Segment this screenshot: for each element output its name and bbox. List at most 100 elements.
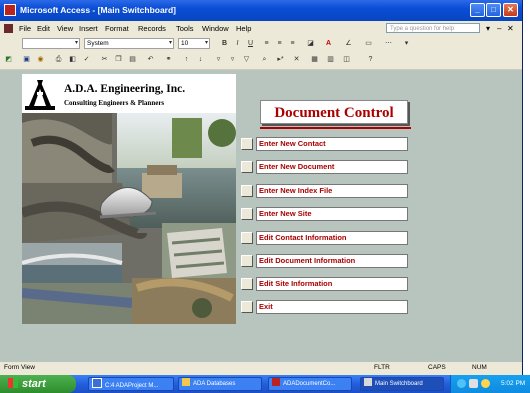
new-object-icon[interactable]: ◫ bbox=[342, 55, 351, 64]
font-value: System bbox=[87, 40, 109, 47]
italic-icon[interactable]: I bbox=[233, 39, 242, 48]
size-combo[interactable]: 10 ▾ bbox=[178, 38, 210, 49]
mdi-restore-icon[interactable]: – bbox=[497, 24, 501, 33]
start-label: start bbox=[22, 378, 46, 390]
edit-contact-information-label[interactable]: Edit Contact Information bbox=[256, 231, 408, 245]
form-icon bbox=[364, 378, 372, 386]
menu-tools[interactable]: Tools bbox=[176, 24, 194, 33]
menu-view[interactable]: View bbox=[57, 24, 73, 33]
volume-icon[interactable] bbox=[469, 379, 478, 388]
border-style-icon[interactable]: ⋯ bbox=[384, 39, 393, 48]
enter-new-site-label[interactable]: Enter New Site bbox=[256, 207, 408, 221]
database-window-icon[interactable]: ▥ bbox=[326, 55, 335, 64]
menu-records[interactable]: Records bbox=[138, 24, 166, 33]
edit-document-information-label[interactable]: Edit Document Information bbox=[256, 254, 408, 268]
fill-color-icon[interactable]: ◪ bbox=[306, 39, 315, 48]
form-view-toolbar: ◩ ▣ ◉ ⎙ ◧ ✓ ✂ ❐ ▤ ↶ ⚭ ↑ ↓ ▿ ▿ ▽ ⌕ ▸* ✕ ▦… bbox=[0, 52, 522, 70]
edit-contact-information-button[interactable] bbox=[241, 232, 253, 244]
filter-selection-icon[interactable]: ▿ bbox=[214, 55, 223, 64]
properties-icon[interactable]: ▦ bbox=[310, 55, 319, 64]
object-combo[interactable]: ▾ bbox=[22, 38, 80, 49]
status-bar: Form View FLTR CAPS NUM bbox=[0, 362, 522, 374]
edit-document-information-button[interactable] bbox=[241, 255, 253, 267]
search-file-icon[interactable]: ◉ bbox=[36, 55, 45, 64]
folder-icon bbox=[182, 378, 190, 386]
exit-label[interactable]: Exit bbox=[256, 300, 408, 314]
exit-button[interactable] bbox=[241, 301, 253, 313]
filter-form-icon[interactable]: ▿ bbox=[228, 55, 237, 64]
task-label: ADADocumentCo... bbox=[283, 381, 336, 387]
menu-window[interactable]: Window bbox=[202, 24, 229, 33]
line-color-icon[interactable]: ∠ bbox=[344, 39, 353, 48]
enter-new-contact-label[interactable]: Enter New Contact bbox=[256, 137, 408, 151]
cut-icon[interactable]: ✂ bbox=[100, 55, 109, 64]
edit-site-information-button[interactable] bbox=[241, 278, 253, 290]
line-width-icon[interactable]: ▭ bbox=[364, 39, 373, 48]
spelling-icon[interactable]: ✓ bbox=[82, 55, 91, 64]
enter-new-index-file-button[interactable] bbox=[241, 185, 253, 197]
task-ada-databases[interactable]: ADA Databases bbox=[178, 377, 262, 391]
find-icon[interactable]: ⌕ bbox=[260, 55, 269, 64]
status-caps: CAPS bbox=[428, 364, 446, 371]
dropdown-arrow-icon: ▾ bbox=[168, 40, 172, 46]
edit-site-information-label[interactable]: Edit Site Information bbox=[256, 277, 408, 291]
enter-new-contact-button[interactable] bbox=[241, 138, 253, 150]
print-icon[interactable]: ⎙ bbox=[54, 55, 63, 64]
align-left-icon[interactable]: ≡ bbox=[262, 39, 271, 48]
menu-format[interactable]: Format bbox=[105, 24, 129, 33]
task-label: C:4 ADAProject M... bbox=[105, 383, 159, 389]
clock[interactable]: 5:02 PM bbox=[501, 380, 525, 387]
task-adadocumentco[interactable]: ADADocumentCo... bbox=[268, 377, 352, 391]
task-main-switchboard[interactable]: Main Switchboard bbox=[360, 377, 444, 391]
copy-icon[interactable]: ❐ bbox=[114, 55, 123, 64]
close-button[interactable]: ✕ bbox=[503, 3, 518, 17]
apply-filter-icon[interactable]: ▽ bbox=[242, 55, 251, 64]
form-icon[interactable] bbox=[4, 24, 13, 33]
menu-help[interactable]: Help bbox=[236, 24, 251, 33]
status-view: Form View bbox=[4, 364, 35, 371]
help-question-box[interactable]: Type a question for help bbox=[386, 23, 480, 33]
sort-descending-icon[interactable]: ↓ bbox=[196, 55, 205, 64]
sort-ascending-icon[interactable]: ↑ bbox=[182, 55, 191, 64]
new-record-icon[interactable]: ▸* bbox=[276, 55, 285, 64]
formatting-toolbar: ▾ System ▾ 10 ▾ B I U ≡ ≡ ≡ ◪ A ∠ ▭ ⋯ ▾ bbox=[0, 36, 522, 52]
title-underline bbox=[260, 127, 411, 129]
save-icon[interactable]: ▣ bbox=[22, 55, 31, 64]
enter-new-document-button[interactable] bbox=[241, 161, 253, 173]
mdi-close-icon[interactable]: ✕ bbox=[507, 24, 514, 33]
view-icon[interactable]: ◩ bbox=[4, 55, 13, 64]
title-bar[interactable]: Microsoft Access - [Main Switchboard] _ … bbox=[0, 0, 522, 21]
delete-record-icon[interactable]: ✕ bbox=[292, 55, 301, 64]
undo-icon[interactable]: ↶ bbox=[146, 55, 155, 64]
menu-bar: File Edit View Insert Format Records Too… bbox=[0, 21, 522, 36]
task-label: ADA Databases bbox=[193, 381, 236, 387]
network-icon[interactable] bbox=[457, 379, 466, 388]
maximize-button[interactable]: □ bbox=[486, 3, 501, 17]
switchboard-title: Document Control bbox=[260, 100, 408, 124]
font-color-icon[interactable]: A bbox=[324, 39, 333, 48]
special-effect-icon[interactable]: ▾ bbox=[402, 39, 411, 48]
start-button[interactable]: start bbox=[0, 375, 76, 393]
align-center-icon[interactable]: ≡ bbox=[275, 39, 284, 48]
underline-icon[interactable]: U bbox=[246, 39, 255, 48]
bold-icon[interactable]: B bbox=[220, 39, 229, 48]
menu-edit[interactable]: Edit bbox=[37, 24, 50, 33]
enter-new-index-file-label[interactable]: Enter New Index File bbox=[256, 184, 408, 198]
minimize-button[interactable]: _ bbox=[470, 3, 485, 17]
hyperlink-icon[interactable]: ⚭ bbox=[164, 55, 173, 64]
print-preview-icon[interactable]: ◧ bbox=[68, 55, 77, 64]
security-icon[interactable] bbox=[481, 379, 490, 388]
dropdown-arrow-icon: ▾ bbox=[74, 40, 78, 46]
photo-collage-image bbox=[22, 113, 236, 324]
paste-icon[interactable]: ▤ bbox=[128, 55, 137, 64]
menu-file[interactable]: File bbox=[19, 24, 31, 33]
enter-new-site-button[interactable] bbox=[241, 208, 253, 220]
mdi-minimize-icon[interactable]: ▾ bbox=[486, 24, 490, 33]
help-icon[interactable]: ? bbox=[366, 55, 375, 64]
menu-insert[interactable]: Insert bbox=[79, 24, 98, 33]
task-adaproject[interactable]: C:4 ADAProject M... bbox=[88, 377, 174, 391]
font-combo[interactable]: System ▾ bbox=[84, 38, 174, 49]
enter-new-document-label[interactable]: Enter New Document bbox=[256, 160, 408, 174]
word-doc-icon bbox=[92, 378, 102, 388]
align-right-icon[interactable]: ≡ bbox=[288, 39, 297, 48]
